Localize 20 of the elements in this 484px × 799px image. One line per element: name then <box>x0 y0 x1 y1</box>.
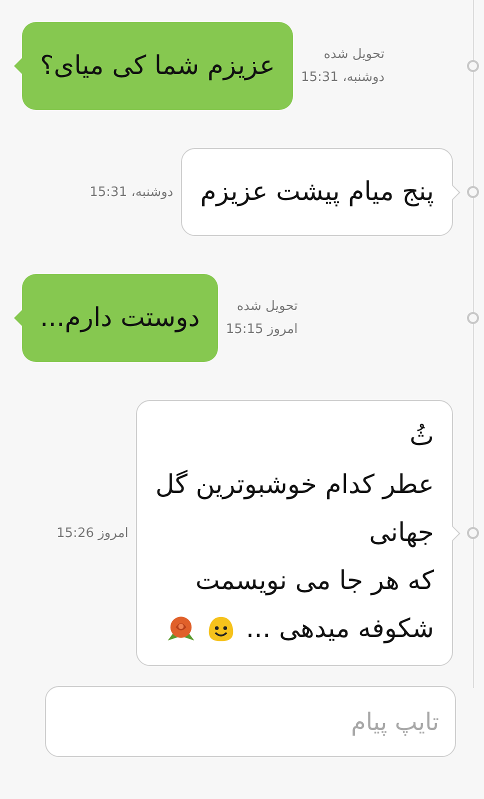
message-time: امروز 15:15 <box>226 322 298 337</box>
message-time: دوشنبه، 15:31 <box>90 184 174 200</box>
message-time: امروز 15:26 <box>56 526 128 540</box>
timeline-dot <box>467 527 479 539</box>
delivery-status: تحویل شده <box>324 47 385 62</box>
message-text: عزیزم شما کی میای؟ <box>40 50 275 83</box>
message-text: ثُ <box>408 421 434 454</box>
timeline-dot <box>467 312 479 324</box>
message-text: عطر کدام خوشبوترین گل <box>155 468 434 502</box>
message-input[interactable]: تایپ پیام <box>45 686 456 757</box>
message-text: شکوفه میدهی ... <box>246 613 434 646</box>
message-time: دوشنبه، 15:31 <box>300 70 385 85</box>
timeline-dot <box>467 186 479 198</box>
message-text: جهانی <box>368 517 434 550</box>
message-text: که هر جا می نویسمت <box>194 565 434 598</box>
rose-icon <box>166 615 196 643</box>
message-text: پنج میام پیشت عزیزم <box>200 176 434 209</box>
delivery-status: تحویل شده <box>236 299 298 314</box>
timeline-dot <box>467 60 479 72</box>
message-text: دوستت دارم... <box>40 302 200 335</box>
